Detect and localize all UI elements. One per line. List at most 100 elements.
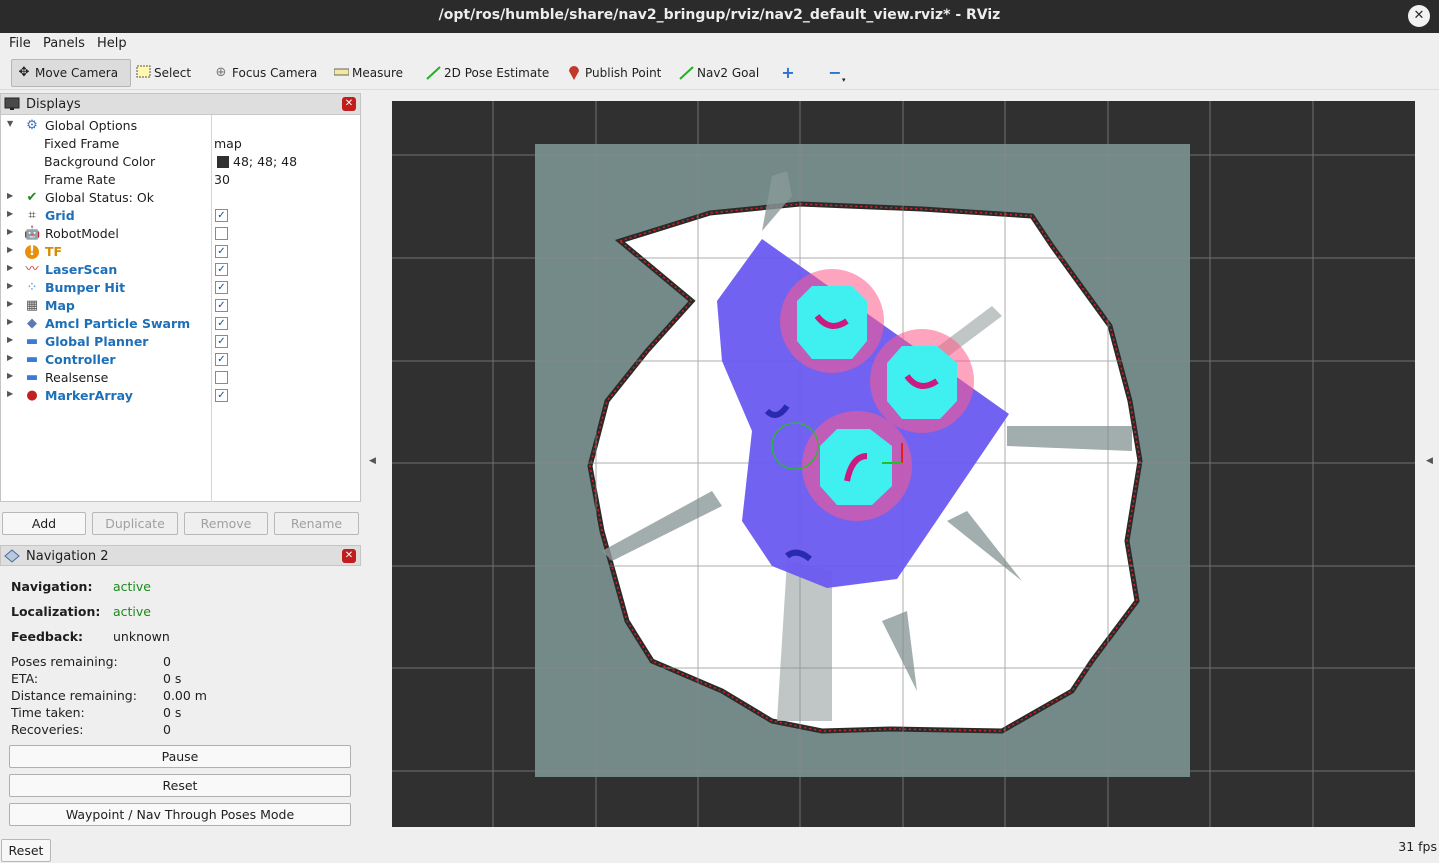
enabled-checkbox[interactable] [215, 227, 228, 240]
duplicate-button[interactable]: Duplicate [92, 512, 178, 535]
tree-item-realsense[interactable]: ▶ ▬ Realsense [1, 369, 361, 387]
color-swatch[interactable] [217, 156, 229, 168]
render-viewport[interactable] [392, 101, 1415, 827]
nav2-goal-tool[interactable]: Nav2 Goal [674, 59, 763, 87]
enabled-checkbox[interactable]: ✓ [215, 353, 228, 366]
tree-item-robotmodel[interactable]: ▶ 🤖 RobotModel [1, 225, 361, 243]
display-item-label: Grid [45, 208, 75, 223]
map-pin-icon [566, 65, 582, 81]
tree-item-frame-rate[interactable]: Frame Rate 30 [1, 171, 361, 189]
enabled-checkbox[interactable]: ✓ [215, 299, 228, 312]
frame-rate-value[interactable]: 30 [214, 172, 230, 187]
collapsed-arrow-icon[interactable]: ▶ [7, 245, 13, 254]
close-icon[interactable]: ✕ [342, 97, 356, 111]
close-icon[interactable]: ✕ [342, 549, 356, 563]
nav-reset-button[interactable]: Reset [9, 774, 351, 797]
fixed-frame-value[interactable]: map [214, 136, 242, 151]
remove-tool-button[interactable]: − ▾ [823, 59, 850, 87]
pose-array-icon: ◆ [27, 316, 37, 331]
enabled-checkbox[interactable]: ✓ [215, 209, 228, 222]
collapsed-arrow-icon[interactable]: ▶ [7, 371, 13, 380]
rename-button[interactable]: Rename [274, 512, 359, 535]
enabled-checkbox[interactable] [215, 371, 228, 384]
focus-camera-tool[interactable]: ⊕ Focus Camera [209, 59, 321, 87]
tree-item-markerarray[interactable]: ▶ ● MarkerArray ✓ [1, 387, 361, 405]
enabled-checkbox[interactable]: ✓ [215, 281, 228, 294]
folder-icon: ▬ [25, 334, 39, 349]
collapsed-arrow-icon[interactable]: ▶ [7, 227, 13, 236]
collapse-right-icon[interactable]: ◀ [1426, 456, 1433, 466]
reset-time-button[interactable]: Reset [1, 839, 51, 862]
display-item-label: Bumper Hit [45, 280, 126, 295]
display-item-label: Map [45, 298, 75, 313]
publish-point-label: Publish Point [585, 66, 662, 80]
tree-item-tf[interactable]: ▶! TF ✓ [1, 243, 361, 261]
time-taken-value: 0 s [163, 705, 182, 720]
folder-icon: ▬ [25, 352, 39, 367]
displays-panel: Displays ✕ ▼ ⚙ Global Options Fixed Fram… [0, 93, 361, 535]
map-icon: ▦ [25, 298, 39, 313]
displays-title: Displays [26, 97, 81, 112]
enabled-checkbox[interactable]: ✓ [215, 335, 228, 348]
enabled-checkbox[interactable]: ✓ [215, 389, 228, 402]
add-button[interactable]: Add [2, 512, 86, 535]
plus-icon: + [781, 63, 795, 82]
collapse-left-icon[interactable]: ◀ [369, 456, 376, 466]
tree-item-fixed-frame[interactable]: Fixed Frame map [1, 135, 361, 153]
display-item-label: LaserScan [45, 262, 118, 277]
collapsed-arrow-icon[interactable]: ▶ [7, 263, 13, 272]
map-scene[interactable] [392, 101, 1415, 827]
ruler-icon [333, 65, 349, 81]
measure-tool[interactable]: Measure [329, 59, 407, 87]
tree-item-bumper-hit[interactable]: ▶ ⁘ Bumper Hit ✓ [1, 279, 361, 297]
collapsed-arrow-icon[interactable]: ▶ [7, 335, 13, 344]
remove-button[interactable]: Remove [184, 512, 268, 535]
diamond-icon [4, 549, 20, 563]
background-color-value[interactable]: 48; 48; 48 [233, 154, 297, 169]
tree-item-laserscan[interactable]: ▶ 〰 LaserScan ✓ [1, 261, 361, 279]
collapsed-arrow-icon[interactable]: ▶ [7, 353, 13, 362]
publish-point-tool[interactable]: Publish Point [562, 59, 665, 87]
menu-help[interactable]: Help [97, 36, 127, 51]
tree-item-controller[interactable]: ▶ ▬ Controller ✓ [1, 351, 361, 369]
menu-panels[interactable]: Panels [43, 36, 85, 51]
collapsed-arrow-icon[interactable]: ▶ [7, 209, 13, 218]
robot-icon: 🤖 [24, 226, 41, 241]
select-tool[interactable]: Select [131, 59, 195, 87]
chevron-down-icon: ▾ [842, 76, 846, 84]
tree-item-global-options[interactable]: ▼ ⚙ Global Options [1, 117, 361, 135]
expanded-arrow-icon[interactable]: ▼ [7, 119, 13, 128]
tree-item-amcl-particle-swarm[interactable]: ▶ ◆ Amcl Particle Swarm ✓ [1, 315, 361, 333]
navigation-label: Navigation: [11, 579, 93, 594]
tree-item-global-status[interactable]: ▶ ✔ Global Status: Ok [1, 189, 361, 207]
tree-item-map[interactable]: ▶ ▦ Map ✓ [1, 297, 361, 315]
recoveries-value: 0 [163, 722, 171, 737]
collapsed-arrow-icon[interactable]: ▶ [7, 281, 13, 290]
tree-item-background-color[interactable]: Background Color 48; 48; 48 [1, 153, 361, 171]
move-camera-tool[interactable]: ✥ Move Camera [11, 59, 131, 87]
navigation-title: Navigation 2 [26, 549, 109, 564]
move-camera-label: Move Camera [35, 66, 119, 80]
collapsed-arrow-icon[interactable]: ▶ [7, 299, 13, 308]
pose-estimate-tool[interactable]: 2D Pose Estimate [421, 59, 553, 87]
select-label: Select [154, 66, 192, 80]
enabled-checkbox[interactable]: ✓ [215, 317, 228, 330]
navigation-header: Navigation 2 ✕ [0, 545, 361, 566]
navigation-panel: Navigation 2 ✕ Navigation: active Locali… [0, 545, 361, 832]
collapsed-arrow-icon[interactable]: ▶ [7, 317, 13, 326]
pose-estimate-label: 2D Pose Estimate [444, 66, 550, 80]
menu-file[interactable]: File [9, 36, 31, 51]
tree-item-global-planner[interactable]: ▶ ▬ Global Planner ✓ [1, 333, 361, 351]
display-item-label: MarkerArray [45, 388, 133, 403]
fps-counter: 31 fps [1398, 839, 1437, 854]
tree-item-grid[interactable]: ▶ ⌗ Grid ✓ [1, 207, 361, 225]
add-tool-button[interactable]: + [776, 59, 803, 87]
collapsed-arrow-icon[interactable]: ▶ [7, 389, 13, 398]
collapsed-arrow-icon[interactable]: ▶ [7, 191, 13, 200]
waypoint-mode-button[interactable]: Waypoint / Nav Through Poses Mode [9, 803, 351, 826]
enabled-checkbox[interactable]: ✓ [215, 245, 228, 258]
marker-icon: ● [26, 388, 38, 403]
enabled-checkbox[interactable]: ✓ [215, 263, 228, 276]
pause-button[interactable]: Pause [9, 745, 351, 768]
close-icon[interactable]: ✕ [1408, 5, 1430, 27]
